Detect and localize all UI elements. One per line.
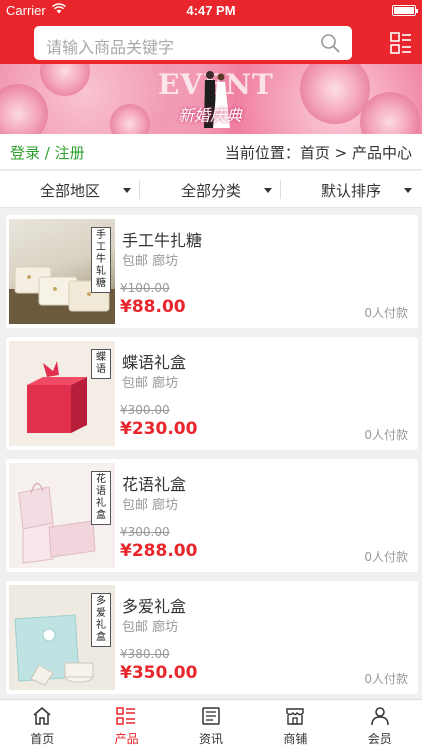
thumb-label: 花语礼盒 — [91, 471, 111, 525]
filter-region[interactable]: 全部地区 — [0, 171, 140, 208]
filter-label: 默认排序 — [321, 182, 382, 200]
tab-member[interactable]: 会员 — [338, 700, 422, 750]
product-card[interactable]: 花语礼盒 花语礼盒 包邮 廊坊 ¥300.00 ¥288.00 0人付款 — [6, 459, 418, 572]
rose-decoration — [360, 92, 420, 134]
top-bar: Carrier 4:47 PM 请输入商品关键字 — [0, 0, 422, 64]
sale-price: ¥230.00 — [120, 419, 198, 439]
product-card[interactable]: 手工牛轧糖 手工牛扎糖 包邮 廊坊 ¥100.00 ¥88.00 0人付款 — [6, 215, 418, 328]
filter-label: 全部地区 — [40, 182, 101, 200]
original-price: ¥100.00 — [120, 281, 170, 295]
tab-label: 产品 — [114, 732, 139, 746]
tab-label: 资讯 — [198, 732, 223, 746]
filter-sort[interactable]: 默认排序 — [282, 171, 422, 208]
filter-category[interactable]: 全部分类 — [141, 171, 281, 208]
tab-label: 首页 — [30, 732, 55, 746]
chevron-down-icon — [123, 188, 131, 193]
rose-decoration — [40, 64, 90, 96]
product-name: 多爱礼盒 — [122, 597, 187, 616]
search-input[interactable]: 请输入商品关键字 — [34, 26, 352, 60]
product-name: 花语礼盒 — [122, 475, 187, 494]
rose-decoration — [0, 84, 48, 134]
product-name: 蝶语礼盒 — [122, 353, 187, 372]
thumb-label: 手工牛轧糖 — [91, 227, 111, 293]
login-register-link[interactable]: 登录 / 注册 — [10, 142, 85, 163]
divider — [139, 180, 140, 199]
search-placeholder: 请输入商品关键字 — [46, 38, 175, 57]
battery-icon — [392, 5, 418, 16]
breadcrumb-bar: 登录 / 注册 当前位置：首页 > 产品中心 — [0, 134, 422, 170]
rose-decoration — [300, 64, 370, 124]
tab-shop[interactable]: 商铺 — [253, 700, 337, 750]
payment-count: 0人付款 — [364, 550, 408, 564]
product-card[interactable]: 多爱礼盒 多爱礼盒 包邮 廊坊 ¥380.00 ¥350.00 0人付款 — [6, 581, 418, 694]
original-price: ¥300.00 — [120, 403, 170, 417]
red-gift-box-photo: 蝶语 — [9, 341, 115, 446]
filter-bar: 全部地区 全部分类 默认排序 — [0, 171, 422, 208]
category-menu-icon[interactable] — [390, 32, 412, 54]
rose-decoration — [110, 104, 150, 134]
product-tags: 包邮 廊坊 — [122, 620, 179, 635]
product-tags: 包邮 廊坊 — [122, 498, 179, 513]
tab-products[interactable]: 产品 — [84, 700, 168, 750]
product-tags: 包邮 廊坊 — [122, 376, 179, 391]
news-icon — [202, 707, 220, 725]
product-tags: 包邮 廊坊 — [122, 254, 179, 269]
sale-price: ¥350.00 — [120, 663, 198, 683]
filter-label: 全部分类 — [181, 182, 242, 200]
home-icon — [33, 707, 51, 725]
chevron-down-icon — [264, 188, 272, 193]
tab-label: 商铺 — [283, 732, 308, 746]
thumb-label: 蝶语 — [91, 349, 111, 379]
tab-label: 会员 — [367, 732, 392, 746]
search-icon[interactable] — [320, 33, 340, 53]
product-list-icon — [116, 707, 136, 725]
pink-gift-box-photo: 花语礼盒 — [9, 463, 115, 568]
original-price: ¥300.00 — [120, 525, 170, 539]
divider — [280, 180, 281, 199]
clock: 4:47 PM — [186, 3, 236, 18]
payment-count: 0人付款 — [364, 428, 408, 442]
blue-gift-box-photo: 多爱礼盒 — [9, 585, 115, 690]
product-card[interactable]: 蝶语 蝶语礼盒 包邮 廊坊 ¥300.00 ¥230.00 0人付款 — [6, 337, 418, 450]
bottom-tab-bar: 首页 产品 资讯 商铺 会员 — [0, 699, 422, 750]
tab-news[interactable]: 资讯 — [169, 700, 253, 750]
original-price: ¥380.00 — [120, 647, 170, 661]
status-bar: Carrier 4:47 PM — [0, 0, 422, 22]
tab-home[interactable]: 首页 — [0, 700, 84, 750]
payment-count: 0人付款 — [364, 672, 408, 686]
banner-subtitle: 新婚庆典 — [178, 106, 243, 125]
breadcrumb: 当前位置：首页 > 产品中心 — [224, 144, 412, 162]
chevron-down-icon — [404, 188, 412, 193]
thumb-label: 多爱礼盒 — [91, 593, 111, 647]
product-name: 手工牛扎糖 — [122, 231, 203, 250]
sale-price: ¥88.00 — [120, 297, 186, 317]
shop-icon — [286, 708, 304, 725]
sale-price: ¥288.00 — [120, 541, 198, 561]
member-icon — [370, 707, 389, 726]
nougat-photo: 手工牛轧糖 — [9, 219, 115, 324]
promo-banner[interactable]: EVENT 新婚庆典 — [0, 64, 422, 134]
payment-count: 0人付款 — [364, 306, 408, 320]
